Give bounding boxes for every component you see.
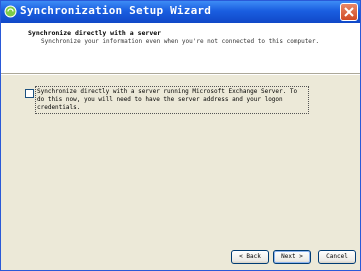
header-divider (1, 73, 360, 75)
close-button[interactable] (340, 3, 358, 21)
wizard-window: Synchronization Setup Wizard Synchronize… (0, 0, 361, 271)
next-button[interactable]: Next > (273, 250, 311, 264)
cancel-button[interactable]: Cancel (318, 250, 356, 264)
server-sync-label[interactable]: Synchronize directly with a server runni… (35, 86, 309, 114)
sync-app-icon (4, 5, 17, 18)
page-title: Synchronize directly with a server (28, 29, 162, 37)
title-bar[interactable]: Synchronization Setup Wizard (1, 1, 360, 23)
close-icon (344, 7, 354, 17)
window-title: Synchronization Setup Wizard (20, 4, 212, 17)
server-sync-checkbox[interactable] (25, 89, 34, 98)
wizard-header: Synchronize directly with a server Synch… (1, 23, 360, 73)
back-button[interactable]: < Back (231, 250, 269, 264)
page-description: Synchronize your information even when y… (41, 38, 320, 45)
